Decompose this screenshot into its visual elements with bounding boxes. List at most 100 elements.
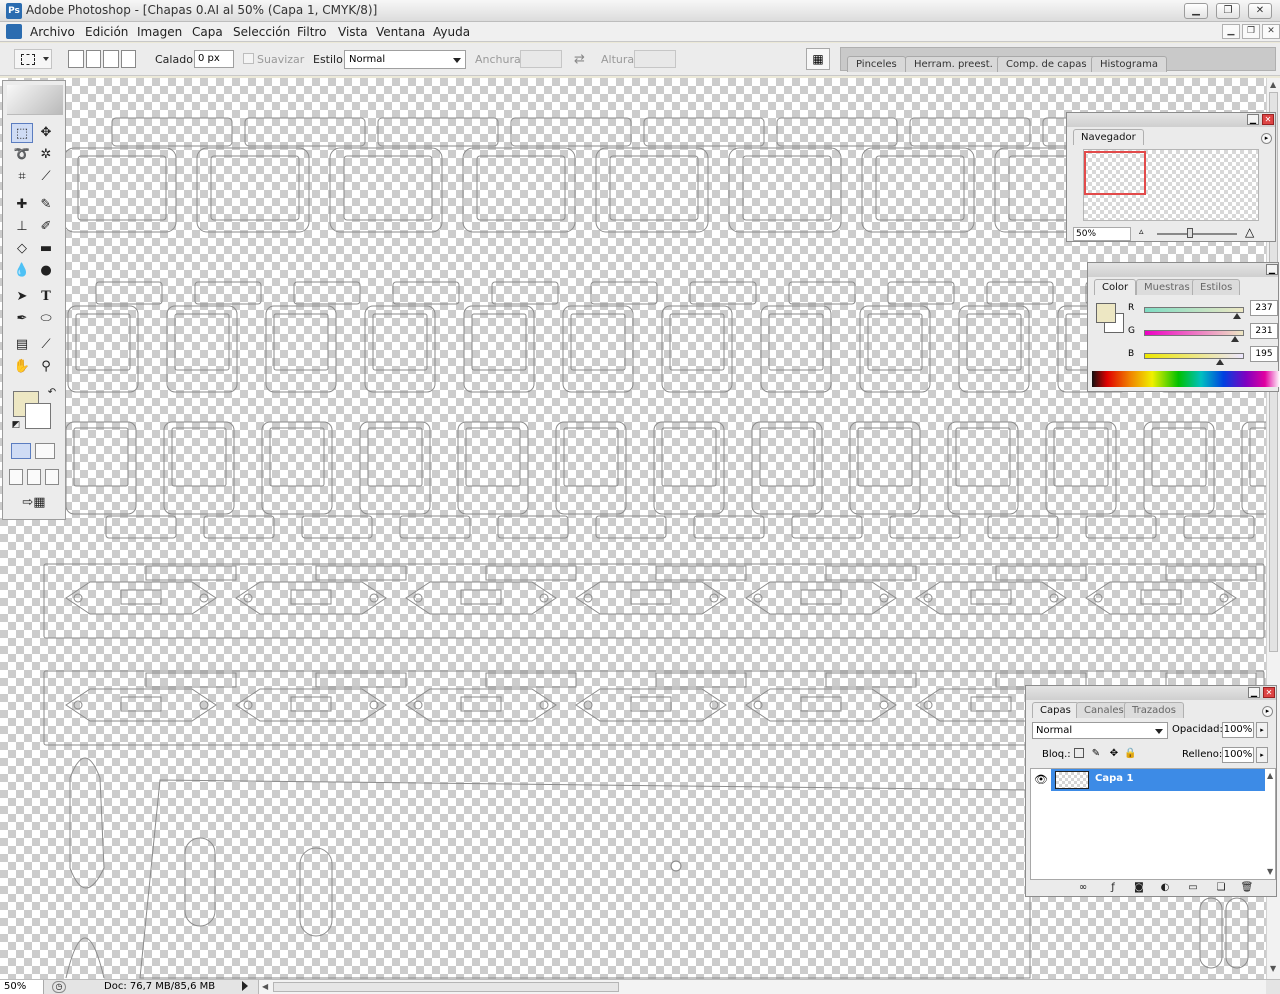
- lasso-tool-icon[interactable]: ➰: [11, 145, 33, 165]
- screen-mode-standard-button[interactable]: [9, 469, 23, 485]
- adobe-feather-icon[interactable]: [7, 85, 63, 115]
- palette-minimize-button[interactable]: ▁: [1266, 264, 1278, 275]
- menu-capa[interactable]: Capa: [192, 25, 223, 39]
- document-icon[interactable]: [6, 24, 22, 39]
- close-button[interactable]: ✕: [1248, 3, 1272, 19]
- brush-tool-icon[interactable]: ✎: [35, 195, 57, 215]
- clone-stamp-tool-icon[interactable]: ⊥: [11, 217, 33, 237]
- lock-brush-icon[interactable]: ✎: [1090, 748, 1102, 760]
- layer-style-icon[interactable]: ƒ: [1106, 882, 1120, 894]
- default-colors-icon[interactable]: ◩: [5, 415, 27, 435]
- menu-imagen[interactable]: Imagen: [137, 25, 182, 39]
- tab-herram-preest[interactable]: Herram. preest.: [905, 56, 1002, 72]
- crop-tool-icon[interactable]: ⌗: [11, 167, 33, 187]
- channel-slider-track[interactable]: [1144, 307, 1244, 313]
- scroll-up-icon[interactable]: ▲: [1267, 771, 1273, 780]
- navigator-view-box[interactable]: [1084, 151, 1146, 195]
- channel-slider-thumb[interactable]: [1231, 336, 1239, 342]
- tab-capas[interactable]: Capas: [1032, 702, 1079, 718]
- link-layers-icon[interactable]: ∞: [1076, 882, 1090, 894]
- width-input[interactable]: [520, 50, 562, 68]
- new-adjustment-layer-icon[interactable]: ◐: [1158, 882, 1172, 894]
- move-tool-icon[interactable]: ✥: [35, 123, 57, 143]
- palette-header[interactable]: [1088, 263, 1278, 277]
- path-select-tool-icon[interactable]: ➤: [11, 287, 33, 307]
- tab-muestras[interactable]: Muestras: [1136, 279, 1198, 295]
- add-mask-icon[interactable]: ◙: [1132, 882, 1146, 894]
- lock-all-icon[interactable]: 🔒: [1124, 748, 1136, 760]
- intersect-selection-button[interactable]: [120, 50, 136, 68]
- channel-value-field[interactable]: 237: [1250, 300, 1278, 316]
- height-input[interactable]: [634, 50, 676, 68]
- doc-close-button[interactable]: ✕: [1262, 24, 1280, 39]
- eyedropper-tool-icon[interactable]: ⟋: [35, 335, 57, 355]
- channel-slider-thumb[interactable]: [1233, 313, 1241, 319]
- menu-ayuda[interactable]: Ayuda: [433, 25, 470, 39]
- new-selection-button[interactable]: [68, 50, 84, 68]
- subtract-selection-button[interactable]: [103, 50, 119, 68]
- channel-slider-thumb[interactable]: [1216, 359, 1224, 365]
- blend-mode-select[interactable]: Normal: [1032, 722, 1168, 739]
- jump-to-imageready-icon[interactable]: ⇨▦: [11, 493, 57, 513]
- layer-selected-row[interactable]: Capa 1: [1051, 769, 1265, 791]
- eraser-tool-icon[interactable]: ◇: [11, 239, 33, 259]
- type-tool-icon[interactable]: T: [35, 287, 57, 307]
- dodge-tool-icon[interactable]: ●: [35, 261, 57, 281]
- screen-mode-full-button[interactable]: [45, 469, 59, 485]
- channel-slider-track[interactable]: [1144, 330, 1244, 336]
- pen-tool-icon[interactable]: ✒: [11, 309, 33, 329]
- delete-layer-icon[interactable]: 🗑: [1240, 882, 1254, 894]
- slice-tool-icon[interactable]: ⟋: [35, 167, 57, 187]
- style-select[interactable]: Normal: [344, 50, 466, 69]
- layer-row[interactable]: 👁 Capa 1: [1031, 769, 1275, 791]
- palette-header[interactable]: [1026, 686, 1276, 700]
- palette-minimize-button[interactable]: ▁: [1247, 114, 1259, 125]
- minimize-button[interactable]: ▁: [1184, 3, 1208, 19]
- tab-pinceles[interactable]: Pinceles: [847, 56, 906, 72]
- navigator-zoom-slider[interactable]: [1157, 228, 1237, 238]
- palette-close-button[interactable]: ✕: [1262, 114, 1274, 125]
- opacity-slider-button[interactable]: ▸: [1256, 722, 1268, 738]
- menu-filtro[interactable]: Filtro: [297, 25, 326, 39]
- palette-header[interactable]: [1067, 113, 1275, 127]
- tab-comp-de-capas[interactable]: Comp. de capas: [997, 56, 1096, 72]
- notes-tool-icon[interactable]: ▤: [11, 335, 33, 355]
- scroll-down-icon[interactable]: ▼: [1267, 867, 1273, 876]
- scroll-up-icon[interactable]: ▲: [1270, 80, 1276, 89]
- file-browser-button[interactable]: ▦: [806, 48, 830, 70]
- menu-vista[interactable]: Vista: [338, 25, 368, 39]
- tool-preset-picker[interactable]: [14, 49, 52, 69]
- rect-marquee-tool-icon[interactable]: ⬚: [11, 123, 33, 143]
- palette-menu-icon[interactable]: ▸: [1261, 133, 1272, 144]
- tab-estilos[interactable]: Estilos: [1192, 279, 1241, 295]
- status-info-icon[interactable]: ◷: [52, 981, 66, 993]
- channel-value-field[interactable]: 195: [1250, 346, 1278, 362]
- antialias-checkbox[interactable]: [243, 53, 254, 64]
- new-layer-icon[interactable]: ❏: [1214, 882, 1228, 894]
- palette-minimize-button[interactable]: ▁: [1248, 687, 1260, 698]
- channel-value-field[interactable]: 231: [1250, 323, 1278, 339]
- palette-close-button[interactable]: ✕: [1263, 687, 1275, 698]
- scroll-left-icon[interactable]: ◀: [262, 982, 268, 991]
- menu-edicion[interactable]: Edición: [85, 25, 128, 39]
- magic-wand-tool-icon[interactable]: ✲: [35, 145, 57, 165]
- new-group-icon[interactable]: ▭: [1186, 882, 1200, 894]
- zoom-in-icon[interactable]: △: [1245, 225, 1254, 239]
- doc-minimize-button[interactable]: ▁: [1222, 24, 1240, 39]
- navigator-zoom-knob[interactable]: [1187, 228, 1193, 238]
- history-brush-tool-icon[interactable]: ✐: [35, 217, 57, 237]
- blur-tool-icon[interactable]: 💧: [11, 261, 33, 281]
- navigator-thumbnail[interactable]: [1083, 149, 1259, 221]
- lock-transparency-icon[interactable]: [1074, 748, 1084, 758]
- background-color-swatch[interactable]: [25, 403, 51, 429]
- channel-slider-track[interactable]: [1144, 353, 1244, 359]
- tab-navegador[interactable]: Navegador: [1073, 129, 1144, 145]
- doc-restore-button[interactable]: ❐: [1242, 24, 1260, 39]
- status-zoom-field[interactable]: 50%: [0, 980, 44, 994]
- swap-colors-icon[interactable]: ↶: [41, 383, 63, 403]
- hand-tool-icon[interactable]: ✋: [11, 357, 33, 377]
- ellipse-tool-icon[interactable]: ⬭: [35, 309, 57, 329]
- menu-ventana[interactable]: Ventana: [376, 25, 425, 39]
- horizontal-scroll-thumb[interactable]: [273, 982, 619, 992]
- horizontal-scrollbar[interactable]: ◀: [258, 980, 1266, 994]
